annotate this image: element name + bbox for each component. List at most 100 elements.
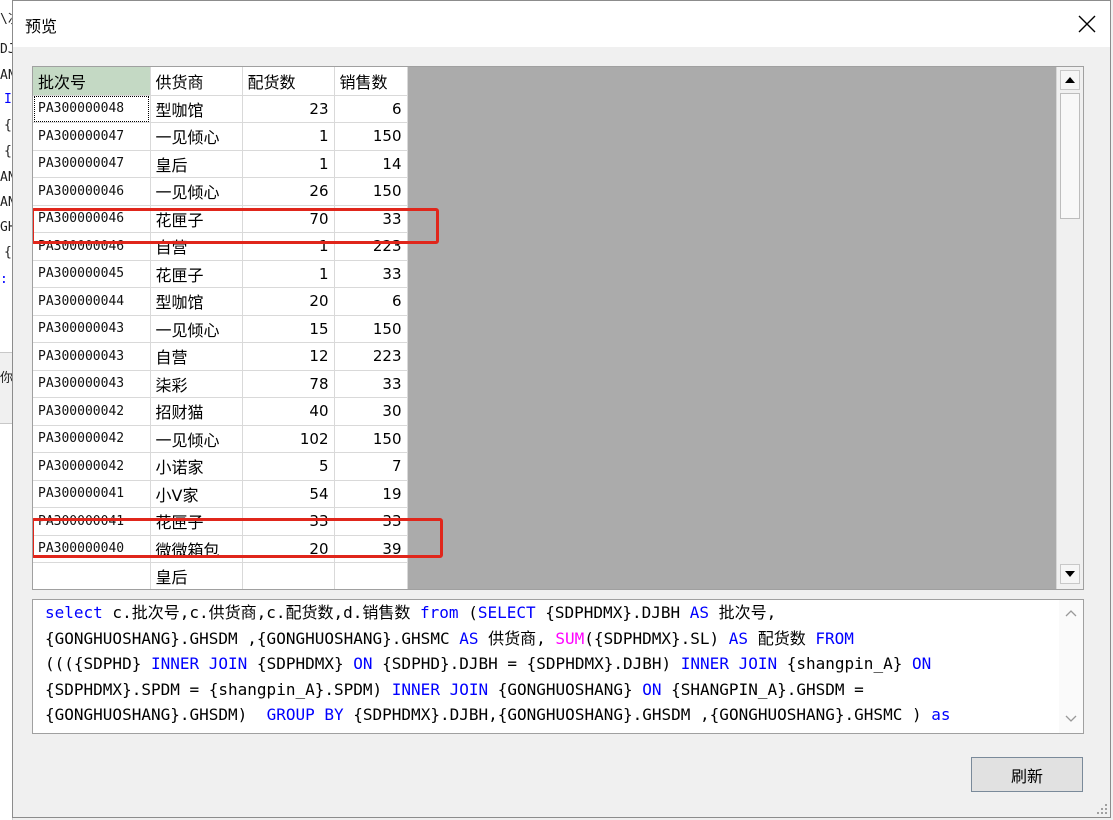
cell-supplier[interactable]: 型咖馆 xyxy=(150,95,243,123)
cell-allocated-qty[interactable]: 12 xyxy=(242,342,335,371)
sql-scroll-up-button[interactable] xyxy=(1064,606,1078,620)
table-row[interactable]: PA300000046 一见倾心 26 150 xyxy=(33,177,408,206)
cell-supplier[interactable]: 一见倾心 xyxy=(150,425,243,453)
cell-sales-qty[interactable]: 33 xyxy=(334,370,408,398)
sql-vertical-scrollbar[interactable] xyxy=(1059,600,1083,733)
cell-sales-qty[interactable]: 223 xyxy=(334,232,408,261)
cell-batch-number[interactable]: PA300000043 xyxy=(33,315,151,343)
cell-batch-number[interactable]: PA300000048 xyxy=(33,95,151,123)
cell-allocated-qty[interactable]: 102 xyxy=(242,425,335,453)
cell-supplier[interactable]: 一见倾心 xyxy=(150,315,243,343)
cell-supplier[interactable]: 花匣子 xyxy=(150,205,243,233)
cell-batch-number[interactable]: PA300000043 xyxy=(33,370,151,398)
resize-grip-icon[interactable] xyxy=(1094,801,1108,815)
table-row[interactable]: PA300000047 一见倾心 1 150 xyxy=(33,122,408,151)
table-row[interactable]: PA300000048 型咖馆 23 6 xyxy=(33,95,408,123)
cell-supplier[interactable]: 自营 xyxy=(150,232,243,261)
cell-batch-number[interactable]: PA300000042 xyxy=(33,425,151,453)
cell-allocated-qty[interactable]: 54 xyxy=(242,480,335,508)
column-header-allocated[interactable]: 配货数 xyxy=(242,67,335,96)
refresh-button[interactable]: 刷新 xyxy=(971,757,1083,792)
cell-allocated-qty[interactable]: 1 xyxy=(242,122,335,151)
cell-allocated-qty[interactable]: 23 xyxy=(242,95,335,123)
cell-supplier[interactable]: 一见倾心 xyxy=(150,122,243,151)
cell-supplier[interactable]: 花匣子 xyxy=(150,507,243,536)
table-row[interactable]: PA300000043 柒彩 78 33 xyxy=(33,370,408,398)
cell-sales-qty[interactable]: 19 xyxy=(334,480,408,508)
cell-batch-number[interactable]: PA300000042 xyxy=(33,397,151,426)
cell-batch-number[interactable] xyxy=(33,562,151,589)
cell-allocated-qty[interactable]: 1 xyxy=(242,232,335,261)
cell-supplier[interactable]: 皇后 xyxy=(150,562,243,589)
table-row[interactable]: PA300000042 小诺家 5 7 xyxy=(33,452,408,481)
cell-supplier[interactable]: 皇后 xyxy=(150,150,243,178)
cell-batch-number[interactable]: PA300000041 xyxy=(33,480,151,508)
table-row[interactable]: PA300000040 微微箱包 20 39 xyxy=(33,535,408,563)
cell-batch-number[interactable]: PA300000045 xyxy=(33,260,151,288)
cell-supplier[interactable]: 柒彩 xyxy=(150,370,243,398)
close-button[interactable] xyxy=(1064,1,1110,47)
table-row[interactable]: PA300000043 一见倾心 15 150 xyxy=(33,315,408,343)
cell-sales-qty[interactable]: 14 xyxy=(334,150,408,178)
cell-batch-number[interactable]: PA300000041 xyxy=(33,507,151,536)
cell-batch-number[interactable]: PA300000043 xyxy=(33,342,151,371)
cell-allocated-qty[interactable]: 78 xyxy=(242,370,335,398)
cell-supplier[interactable]: 花匣子 xyxy=(150,260,243,288)
cell-sales-qty[interactable]: 150 xyxy=(334,122,408,151)
table-row[interactable]: 皇后 xyxy=(33,562,408,589)
scroll-up-button[interactable] xyxy=(1060,70,1080,90)
cell-sales-qty[interactable]: 33 xyxy=(334,507,408,536)
result-grid[interactable]: 批次号 供货商 配货数 销售数 PA300000048 型咖馆 23 6 PA30000… xyxy=(32,66,1084,590)
cell-allocated-qty[interactable]: 26 xyxy=(242,177,335,206)
cell-sales-qty[interactable]: 150 xyxy=(334,425,408,453)
cell-allocated-qty[interactable]: 1 xyxy=(242,260,335,288)
cell-batch-number[interactable]: PA300000046 xyxy=(33,205,151,233)
cell-allocated-qty[interactable]: 20 xyxy=(242,287,335,316)
cell-sales-qty[interactable]: 223 xyxy=(334,342,408,371)
cell-allocated-qty[interactable]: 5 xyxy=(242,452,335,481)
cell-sales-qty[interactable]: 39 xyxy=(334,535,408,563)
sql-query-text[interactable]: select c.批次号,c.供货商,c.配货数,d.销售数 from (SEL… xyxy=(45,600,1050,728)
cell-supplier[interactable]: 小V家 xyxy=(150,480,243,508)
cell-allocated-qty[interactable] xyxy=(242,562,335,589)
cell-allocated-qty[interactable]: 70 xyxy=(242,205,335,233)
cell-supplier[interactable]: 一见倾心 xyxy=(150,177,243,206)
cell-allocated-qty[interactable]: 20 xyxy=(242,535,335,563)
table-row[interactable]: PA300000046 自营 1 223 xyxy=(33,232,408,261)
cell-sales-qty[interactable]: 6 xyxy=(334,287,408,316)
table-row[interactable]: PA300000045 花匣子 1 33 xyxy=(33,260,408,288)
cell-allocated-qty[interactable]: 15 xyxy=(242,315,335,343)
cell-sales-qty[interactable]: 6 xyxy=(334,95,408,123)
column-header-batch[interactable]: 批次号 xyxy=(33,67,151,96)
sql-text-area[interactable]: select c.批次号,c.供货商,c.配货数,d.销售数 from (SEL… xyxy=(32,599,1084,734)
table-row[interactable]: PA300000046 花匣子 70 33 xyxy=(33,205,408,233)
column-header-supplier[interactable]: 供货商 xyxy=(150,67,243,96)
table-row[interactable]: PA300000044 型咖馆 20 6 xyxy=(33,287,408,316)
cell-sales-qty[interactable]: 30 xyxy=(334,397,408,426)
table-row[interactable]: PA300000041 小V家 54 19 xyxy=(33,480,408,508)
cell-supplier[interactable]: 招财猫 xyxy=(150,397,243,426)
cell-supplier[interactable]: 自营 xyxy=(150,342,243,371)
cell-sales-qty[interactable] xyxy=(334,562,408,589)
scroll-thumb[interactable] xyxy=(1060,93,1080,219)
cell-allocated-qty[interactable]: 40 xyxy=(242,397,335,426)
cell-batch-number[interactable]: PA300000046 xyxy=(33,177,151,206)
table-row[interactable]: PA300000041 花匣子 33 33 xyxy=(33,507,408,536)
grid-vertical-scrollbar[interactable] xyxy=(1056,67,1083,589)
cell-allocated-qty[interactable]: 33 xyxy=(242,507,335,536)
cell-sales-qty[interactable]: 150 xyxy=(334,177,408,206)
cell-supplier[interactable]: 微微箱包 xyxy=(150,535,243,563)
cell-batch-number[interactable]: PA300000047 xyxy=(33,150,151,178)
table-row[interactable]: PA300000042 一见倾心 102 150 xyxy=(33,425,408,453)
scroll-down-button[interactable] xyxy=(1060,564,1080,584)
cell-allocated-qty[interactable]: 1 xyxy=(242,150,335,178)
table-row[interactable]: PA300000042 招财猫 40 30 xyxy=(33,397,408,426)
cell-batch-number[interactable]: PA300000046 xyxy=(33,232,151,261)
table-row[interactable]: PA300000043 自营 12 223 xyxy=(33,342,408,371)
cell-sales-qty[interactable]: 33 xyxy=(334,205,408,233)
sql-scroll-down-button[interactable] xyxy=(1064,712,1078,726)
cell-sales-qty[interactable]: 150 xyxy=(334,315,408,343)
cell-supplier[interactable]: 小诺家 xyxy=(150,452,243,481)
cell-sales-qty[interactable]: 7 xyxy=(334,452,408,481)
cell-sales-qty[interactable]: 33 xyxy=(334,260,408,288)
